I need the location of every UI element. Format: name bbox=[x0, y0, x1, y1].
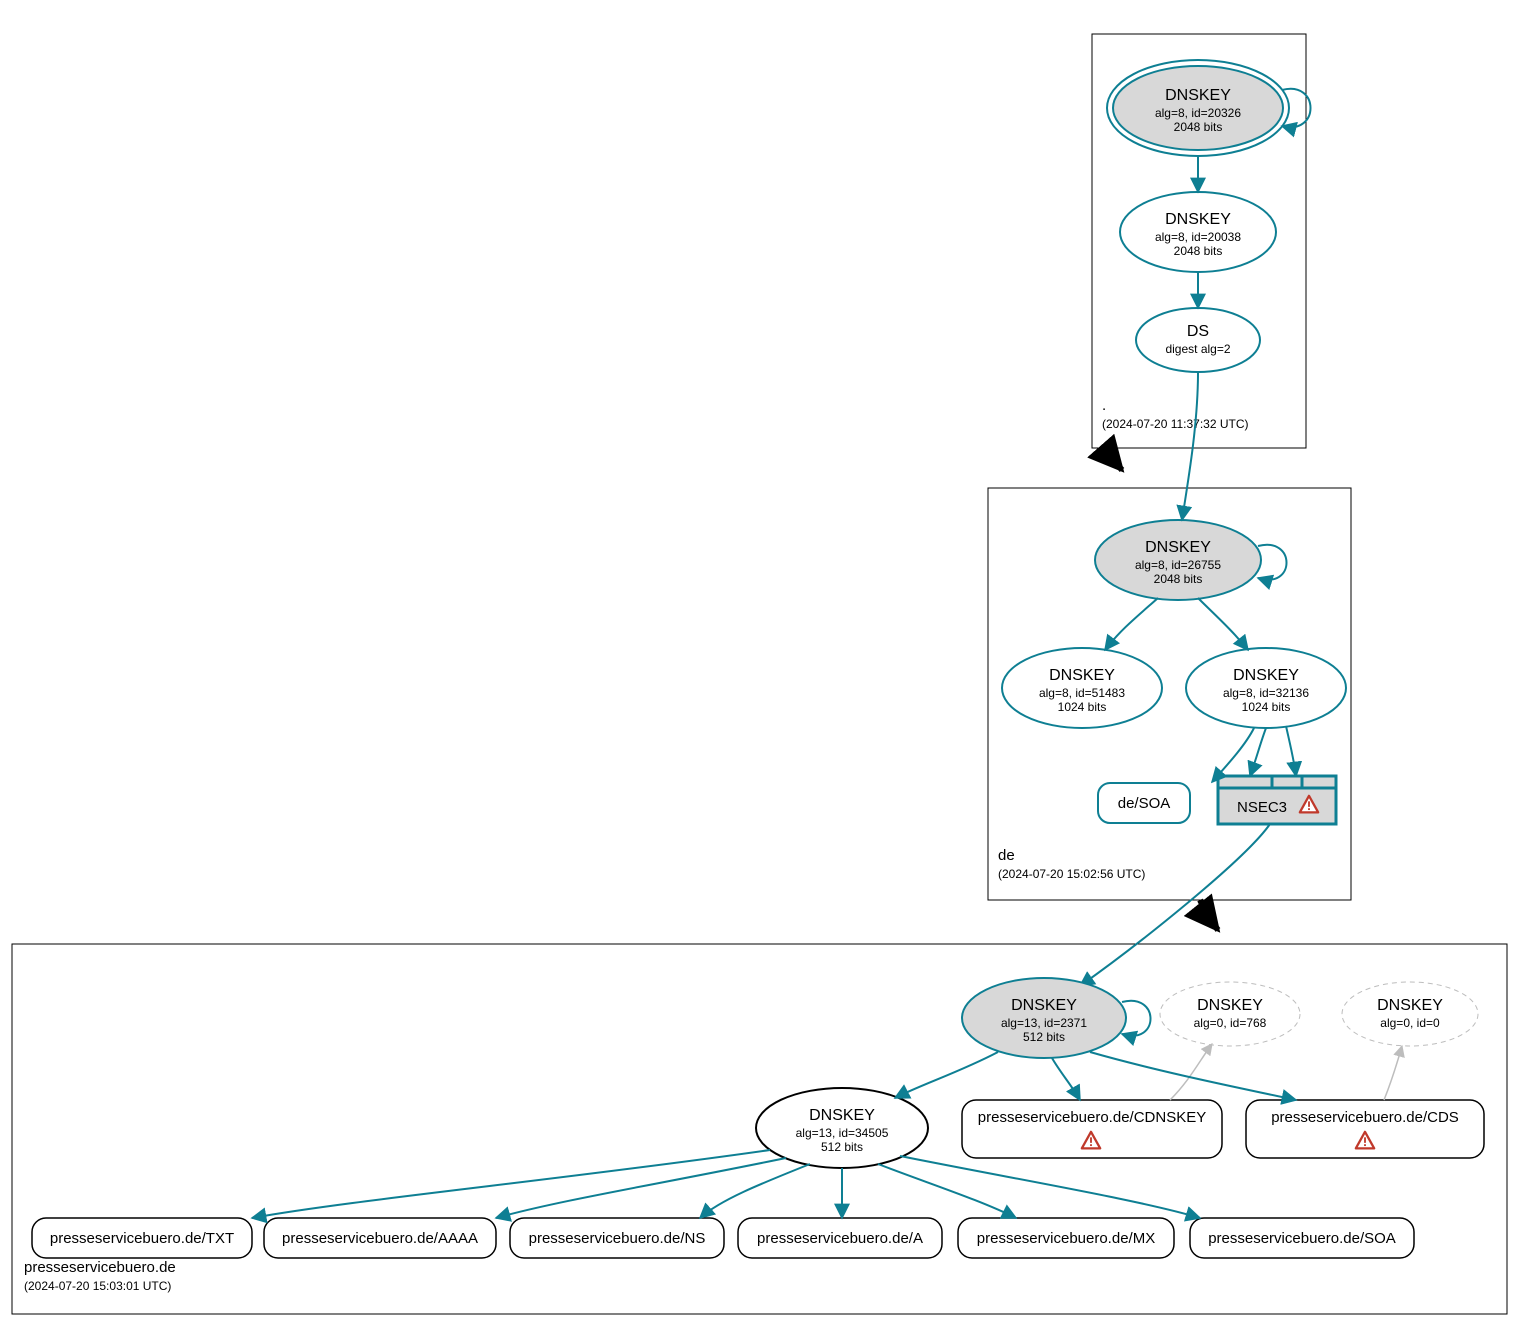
zone-domain-name: presseservicebuero.de bbox=[24, 1259, 176, 1276]
svg-text:DNSKEY: DNSKEY bbox=[1049, 667, 1115, 684]
svg-text:1024 bits: 1024 bits bbox=[1242, 700, 1291, 714]
svg-text:DNSKEY: DNSKEY bbox=[809, 1107, 875, 1124]
zone-root-name: . bbox=[1102, 397, 1106, 414]
svg-text:DNSKEY: DNSKEY bbox=[1165, 211, 1231, 228]
svg-text:512 bits: 512 bits bbox=[821, 1140, 863, 1154]
svg-text:512 bits: 512 bits bbox=[1023, 1030, 1065, 1044]
node-dom-dnskey-0: DNSKEY alg=0, id=0 bbox=[1342, 982, 1478, 1046]
edge-deksk-51483 bbox=[1105, 598, 1158, 650]
node-rr-ns: presseservicebuero.de/NS bbox=[510, 1218, 724, 1258]
svg-text:alg=8, id=20038: alg=8, id=20038 bbox=[1155, 230, 1241, 244]
svg-text:presseservicebuero.de/TXT: presseservicebuero.de/TXT bbox=[50, 1230, 234, 1247]
edge-domksk-zsk bbox=[895, 1052, 998, 1098]
edge-root-de-delegation bbox=[1102, 448, 1122, 470]
node-root-ds: DS digest alg=2 bbox=[1136, 308, 1260, 372]
node-rr-cdnskey: presseservicebuero.de/CDNSKEY bbox=[962, 1100, 1222, 1158]
svg-text:DNSKEY: DNSKEY bbox=[1377, 997, 1443, 1014]
edge-32136-nsec3a bbox=[1250, 728, 1266, 776]
node-de-soa: de/SOA bbox=[1098, 783, 1190, 823]
svg-text:DNSKEY: DNSKEY bbox=[1233, 667, 1299, 684]
svg-text:alg=8, id=26755: alg=8, id=26755 bbox=[1135, 558, 1221, 572]
node-rr-txt: presseservicebuero.de/TXT bbox=[32, 1218, 252, 1258]
svg-text:alg=0, id=768: alg=0, id=768 bbox=[1194, 1016, 1267, 1030]
edge-domksk-cds bbox=[1090, 1052, 1296, 1100]
svg-text:presseservicebuero.de/NS: presseservicebuero.de/NS bbox=[529, 1230, 706, 1247]
edge-32136-nsec3b bbox=[1286, 726, 1296, 776]
node-de-dnskey-32136: DNSKEY alg=8, id=32136 1024 bits bbox=[1186, 648, 1346, 728]
zone-root-ts: (2024-07-20 11:37:32 UTC) bbox=[1102, 417, 1249, 431]
dnssec-auth-graph: . (2024-07-20 11:37:32 UTC) DNSKEY alg=8… bbox=[0, 0, 1520, 1326]
svg-text:DNSKEY: DNSKEY bbox=[1011, 997, 1077, 1014]
svg-text:NSEC3: NSEC3 bbox=[1237, 799, 1287, 816]
svg-text:1024 bits: 1024 bits bbox=[1058, 700, 1107, 714]
edge-zsk-mx bbox=[878, 1164, 1016, 1218]
svg-text:presseservicebuero.de/MX: presseservicebuero.de/MX bbox=[977, 1230, 1155, 1247]
svg-text:DNSKEY: DNSKEY bbox=[1165, 87, 1231, 104]
node-dom-dnskey-ksk: DNSKEY alg=13, id=2371 512 bits bbox=[962, 978, 1126, 1058]
svg-text:DNSKEY: DNSKEY bbox=[1145, 539, 1211, 556]
edge-cds-gray bbox=[1384, 1046, 1402, 1100]
node-root-dnskey-zsk: DNSKEY alg=8, id=20038 2048 bits bbox=[1120, 192, 1276, 272]
node-de-dnskey-51483: DNSKEY alg=8, id=51483 1024 bits bbox=[1002, 648, 1162, 728]
edge-32136-soa bbox=[1212, 728, 1254, 782]
edge-zsk-txt bbox=[252, 1150, 770, 1218]
svg-text:alg=8, id=20326: alg=8, id=20326 bbox=[1155, 106, 1241, 120]
svg-text:digest alg=2: digest alg=2 bbox=[1165, 342, 1230, 356]
svg-text:alg=13, id=34505: alg=13, id=34505 bbox=[796, 1126, 889, 1140]
svg-text:alg=13, id=2371: alg=13, id=2371 bbox=[1001, 1016, 1087, 1030]
node-rr-aaaa: presseservicebuero.de/AAAA bbox=[264, 1218, 496, 1258]
svg-text:DS: DS bbox=[1187, 323, 1209, 340]
svg-text:alg=8, id=32136: alg=8, id=32136 bbox=[1223, 686, 1309, 700]
svg-text:presseservicebuero.de/CDS: presseservicebuero.de/CDS bbox=[1271, 1109, 1459, 1126]
node-de-nsec3: NSEC3 bbox=[1218, 776, 1336, 824]
svg-text:presseservicebuero.de/SOA: presseservicebuero.de/SOA bbox=[1208, 1230, 1396, 1247]
node-rr-cds: presseservicebuero.de/CDS bbox=[1246, 1100, 1484, 1158]
edge-domksk-cdnskey bbox=[1052, 1058, 1080, 1100]
edge-nsec3-domksk bbox=[1080, 824, 1270, 986]
edge-de-domain-delegation bbox=[1200, 900, 1218, 930]
zone-de-name: de bbox=[998, 847, 1015, 864]
svg-text:2048 bits: 2048 bits bbox=[1154, 572, 1203, 586]
svg-text:alg=8, id=51483: alg=8, id=51483 bbox=[1039, 686, 1125, 700]
svg-text:de/SOA: de/SOA bbox=[1118, 795, 1171, 812]
zone-de-ts: (2024-07-20 15:02:56 UTC) bbox=[998, 867, 1145, 881]
svg-text:presseservicebuero.de/AAAA: presseservicebuero.de/AAAA bbox=[282, 1230, 478, 1247]
edge-ds-deksk bbox=[1182, 372, 1198, 520]
svg-text:alg=0, id=0: alg=0, id=0 bbox=[1380, 1016, 1440, 1030]
edge-cdnskey-gray bbox=[1170, 1044, 1212, 1100]
svg-text:presseservicebuero.de/CDNSKEY: presseservicebuero.de/CDNSKEY bbox=[978, 1109, 1206, 1126]
svg-text:2048 bits: 2048 bits bbox=[1174, 244, 1223, 258]
node-dom-dnskey-768: DNSKEY alg=0, id=768 bbox=[1160, 982, 1300, 1046]
node-rr-soa: presseservicebuero.de/SOA bbox=[1190, 1218, 1414, 1258]
edge-deksk-self bbox=[1258, 545, 1287, 580]
edge-zsk-soa bbox=[900, 1156, 1200, 1218]
svg-text:DNSKEY: DNSKEY bbox=[1197, 997, 1263, 1014]
node-root-dnskey-ksk: DNSKEY alg=8, id=20326 2048 bits bbox=[1107, 60, 1289, 156]
zone-domain-ts: (2024-07-20 15:03:01 UTC) bbox=[24, 1279, 171, 1293]
node-de-dnskey-ksk: DNSKEY alg=8, id=26755 2048 bits bbox=[1095, 520, 1261, 600]
node-rr-a: presseservicebuero.de/A bbox=[738, 1218, 942, 1258]
svg-text:presseservicebuero.de/A: presseservicebuero.de/A bbox=[757, 1230, 923, 1247]
edge-deksk-32136 bbox=[1198, 598, 1248, 650]
svg-text:2048 bits: 2048 bits bbox=[1174, 120, 1223, 134]
node-rr-mx: presseservicebuero.de/MX bbox=[958, 1218, 1174, 1258]
